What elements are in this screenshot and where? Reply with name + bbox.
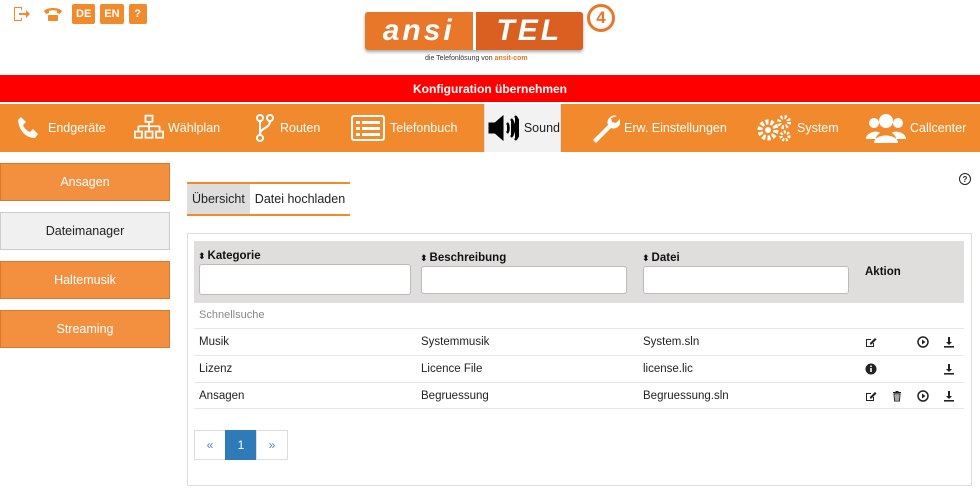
filter-kategorie-input[interactable] [199, 264, 411, 295]
main-nav: Endgeräte Wählplan Routen Telefonbuch So… [0, 104, 980, 152]
download-icon[interactable] [943, 363, 955, 375]
nav-endgeraete[interactable]: Endgeräte [14, 104, 106, 152]
nav-label: Routen [280, 121, 321, 135]
table-row: Ansagen Begruessung Begruessung.sln [194, 382, 964, 409]
lang-en-button[interactable]: EN [100, 4, 124, 24]
filter-datei-input[interactable] [643, 266, 849, 294]
logo-text-left: ansi [382, 14, 455, 47]
nav-label: Callcenter [910, 121, 967, 135]
page-1-button[interactable]: 1 [225, 430, 257, 460]
download-icon[interactable] [943, 390, 955, 402]
trash-icon[interactable] [891, 390, 903, 402]
file-table-panel: ⬍ Kategorie ⬍ Beschreibung ⬍ Datei Aktion S… [187, 233, 972, 486]
cell-kategorie: Lizenz [199, 363, 233, 375]
play-icon[interactable] [917, 390, 929, 402]
nav-label: Wählplan [168, 121, 221, 135]
phonebook-icon [350, 113, 386, 143]
play-icon[interactable] [917, 336, 929, 348]
speaker-icon [487, 113, 520, 143]
nav-system[interactable]: System [755, 104, 839, 152]
logo-tagline: die Telefonlösung von ansit-com [425, 55, 528, 62]
header-icons: DE EN ? [8, 4, 147, 24]
nav-waehlplan[interactable]: Wählplan [134, 104, 220, 152]
nav-label: Telefonbuch [390, 121, 458, 135]
table-row: Lizenz Licence File license.lic [194, 355, 964, 382]
tab-uebersicht[interactable]: Übersicht [187, 184, 250, 214]
cell-beschreibung: Licence File [421, 363, 483, 375]
table-row: Musik Systemmusik System.sln [194, 328, 964, 355]
nav-routen[interactable]: Routen [254, 104, 320, 152]
sidebar-item-streaming[interactable]: Streaming [0, 310, 170, 348]
help-button[interactable]: ? [128, 4, 147, 24]
download-icon[interactable] [943, 336, 955, 348]
sidebar-item-ansagen[interactable]: Ansagen [0, 163, 170, 201]
column-header-kategorie[interactable]: ⬍ Kategorie [198, 250, 261, 262]
page-next-button[interactable]: » [256, 430, 288, 460]
route-icon [254, 113, 276, 143]
users-icon [866, 113, 906, 143]
cell-beschreibung: Begruessung [421, 390, 489, 402]
cell-datei: license.lic [643, 363, 693, 375]
lang-de-button[interactable]: DE [72, 4, 96, 24]
pagination: « 1 » [194, 430, 288, 460]
page-prev-button[interactable]: « [194, 430, 226, 460]
nav-label: Endgeräte [48, 121, 106, 135]
logo: ansi TEL 4 die Telefonlösung von ansit-c… [365, 4, 620, 68]
logout-icon[interactable] [8, 4, 34, 24]
nav-sound[interactable]: Sound [484, 104, 561, 152]
nav-label: System [797, 121, 839, 135]
sitemap-icon [134, 113, 164, 143]
cell-kategorie: Musik [199, 336, 230, 348]
nav-erw-einstellungen[interactable]: Erw. Einstellungen [590, 104, 727, 152]
info-icon[interactable] [865, 363, 877, 375]
sidebar-item-haltemusik[interactable]: Haltemusik [0, 261, 170, 299]
nav-telefonbuch[interactable]: Telefonbuch [350, 104, 457, 152]
cell-datei: System.sln [643, 336, 700, 348]
logo-version-badge: 4 [587, 4, 615, 32]
filter-beschreibung-input[interactable] [421, 266, 627, 294]
question-icon[interactable]: ? [959, 173, 971, 185]
phone-icon[interactable] [39, 4, 67, 24]
edit-icon[interactable] [865, 336, 877, 348]
column-header-aktion: Aktion [865, 266, 901, 278]
nav-label: Erw. Einstellungen [624, 121, 727, 135]
wrench-icon [590, 113, 620, 143]
logo-text-right: TEL [472, 12, 583, 50]
apply-config-button[interactable]: Konfiguration übernehmen [0, 75, 980, 102]
cell-datei: Begruessung.sln [643, 390, 729, 402]
quick-search-label: Schnellsuche [199, 309, 265, 321]
tab-datei-hochladen[interactable]: Datei hochladen [250, 184, 350, 214]
edit-icon[interactable] [865, 390, 877, 402]
cell-kategorie: Ansagen [199, 390, 245, 402]
column-header-datei[interactable]: ⬍ Datei [642, 252, 680, 264]
nav-callcenter[interactable]: Callcenter [866, 104, 966, 152]
phone-icon [14, 113, 44, 143]
nav-label: Sound [523, 121, 560, 135]
table-header: ⬍ Kategorie ⬍ Beschreibung ⬍ Datei Aktion [194, 241, 964, 303]
column-header-beschreibung[interactable]: ⬍ Beschreibung [420, 252, 506, 264]
tab-bar: Übersicht Datei hochladen [187, 182, 351, 216]
gears-icon [755, 113, 793, 143]
cell-beschreibung: Systemmusik [421, 336, 490, 348]
sidebar-item-dateimanager[interactable]: Dateimanager [0, 212, 170, 250]
